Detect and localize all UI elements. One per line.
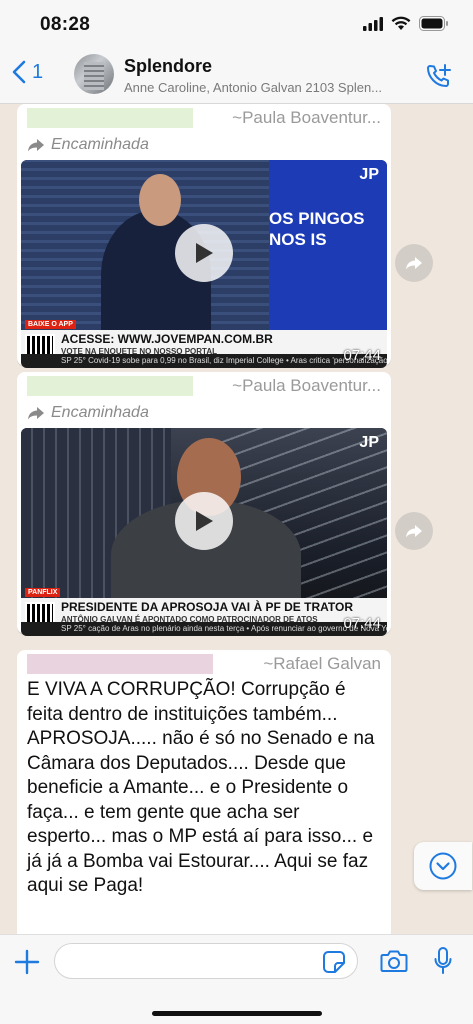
play-icon xyxy=(196,511,213,531)
message-input[interactable] xyxy=(54,943,358,979)
microphone-icon xyxy=(434,947,452,974)
video-duration: 07:44 xyxy=(343,347,381,364)
add-call-icon xyxy=(427,64,451,87)
add-call-button[interactable] xyxy=(425,62,453,95)
attach-button[interactable] xyxy=(14,949,40,980)
lower-third-tag: BAIXE O APP xyxy=(25,320,76,329)
lower-third-title: PRESIDENTE DA APROSOJA VAI À PF DE TRATO… xyxy=(61,600,354,614)
sender-row: ~Paula Boaventur... xyxy=(17,104,391,130)
play-button[interactable] xyxy=(175,492,233,550)
chat-header: 1 Splendore Anne Caroline, Antonio Galva… xyxy=(0,48,473,104)
play-button[interactable] xyxy=(175,224,233,282)
chat-title[interactable]: Splendore xyxy=(124,56,212,77)
status-bar: 08:28 xyxy=(0,0,473,48)
microphone-button[interactable] xyxy=(433,946,453,981)
news-ticker: SP 25° cação de Aras no plenário ainda n… xyxy=(21,622,387,636)
message-bubble[interactable]: ~Paula Boaventur... Encaminhada JP PANFL… xyxy=(17,372,391,636)
input-bar xyxy=(0,934,473,1024)
chevron-left-icon xyxy=(12,60,26,84)
message-text: E VIVA A CORRUPÇÃO! Corrupção é feita de… xyxy=(27,679,375,896)
share-button[interactable] xyxy=(395,244,433,282)
message-bubble[interactable]: ~Rafael Galvan E VIVA A CORRUPÇÃO! Corru… xyxy=(17,650,391,934)
forward-arrow-icon xyxy=(28,139,44,152)
chat-area[interactable]: ~Paula Boaventur... Encaminhada JP OS PI… xyxy=(0,104,473,934)
sticker-icon xyxy=(323,951,345,973)
share-button[interactable] xyxy=(395,512,433,550)
lower-third: BAIXE O APP ACESSE: WWW.JOVEMPAN.COM.BR … xyxy=(21,320,387,368)
sender-row: ~Rafael Galvan xyxy=(17,650,391,676)
wifi-icon xyxy=(391,16,411,30)
home-indicator xyxy=(152,1011,322,1016)
camera-icon xyxy=(380,950,408,972)
jp-logo: JP xyxy=(359,434,379,451)
status-time: 08:28 xyxy=(40,14,91,35)
lower-third-title: ACESSE: WWW.JOVEMPAN.COM.BR xyxy=(61,332,273,346)
lower-third-tag: PANFLIX xyxy=(25,588,61,597)
channel-panel: JP OS PINGOS NOS IS xyxy=(269,160,387,330)
redacted-sender xyxy=(27,108,193,128)
plus-icon xyxy=(14,949,40,975)
sticker-button[interactable] xyxy=(322,950,346,979)
channel-text: OS PINGOS NOS IS xyxy=(269,209,365,249)
share-icon xyxy=(406,257,422,270)
video-duration: 07:44 xyxy=(343,615,381,632)
forwarded-text: Encaminhada xyxy=(51,404,149,421)
scroll-to-bottom-button[interactable] xyxy=(414,842,472,890)
redacted-sender xyxy=(27,654,213,674)
unread-count: 1 xyxy=(32,60,44,83)
chat-participants[interactable]: Anne Caroline, Antonio Galvan 2103 Splen… xyxy=(124,80,406,95)
play-icon xyxy=(196,243,213,263)
video-thumbnail[interactable]: JP OS PINGOS NOS IS BAIXE O APP ACESSE: … xyxy=(21,160,387,368)
share-icon xyxy=(406,525,422,538)
lower-third: PANFLIX PRESIDENTE DA APROSOJA VAI À PF … xyxy=(21,588,387,636)
video-thumbnail[interactable]: JP PANFLIX PRESIDENTE DA APROSOJA VAI À … xyxy=(21,428,387,636)
sender-name[interactable]: ~Paula Boaventur... xyxy=(232,376,381,396)
status-icons xyxy=(363,16,449,31)
message-bubble[interactable]: ~Paula Boaventur... Encaminhada JP OS PI… xyxy=(17,104,391,368)
forwarded-text: Encaminhada xyxy=(51,136,149,153)
group-avatar[interactable] xyxy=(74,54,114,94)
signal-icon xyxy=(363,16,383,31)
battery-icon xyxy=(419,16,448,31)
news-ticker: SP 25° Covid-19 sobe para 0,99 no Brasil… xyxy=(21,354,387,368)
sender-name[interactable]: ~Paula Boaventur... xyxy=(232,108,381,128)
jp-logo: JP xyxy=(359,166,379,183)
sender-row: ~Paula Boaventur... xyxy=(17,372,391,398)
chevron-down-icon xyxy=(429,852,457,880)
sender-name[interactable]: ~Rafael Galvan xyxy=(263,654,381,674)
redacted-sender xyxy=(27,376,193,396)
forwarded-label: Encaminhada xyxy=(17,398,391,424)
camera-button[interactable] xyxy=(380,948,408,979)
forwarded-label: Encaminhada xyxy=(17,130,391,156)
presenter-head xyxy=(139,174,181,226)
back-button[interactable]: 1 xyxy=(12,60,43,84)
forward-arrow-icon xyxy=(28,407,44,420)
